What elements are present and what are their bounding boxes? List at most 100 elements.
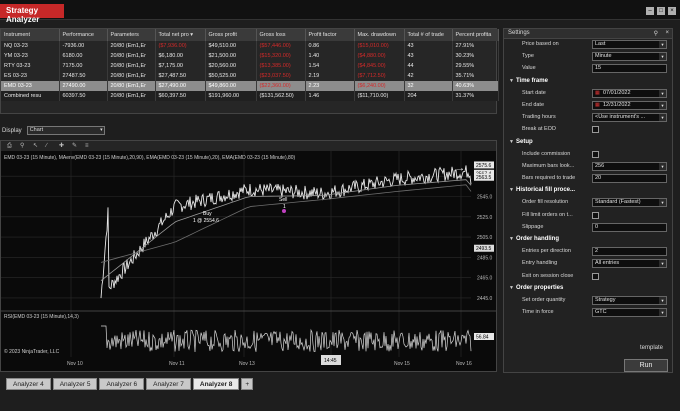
minimize-button[interactable]: – (646, 7, 654, 15)
price-chart[interactable]: EMD 03-23 (15 Minute), MAenv(EMD 03-23 (… (1, 151, 496, 371)
table-cell: 20/80 (Em1,Er (107, 41, 156, 51)
setting-value[interactable]: Last ▾ (592, 40, 667, 49)
setting-value[interactable]: ▦ 12/31/2022 ▾ (592, 100, 667, 110)
section-label: Historical fill proce... (516, 187, 576, 194)
setting-value[interactable]: 2 (592, 247, 667, 257)
table-row[interactable]: RTY 03-23 7175.00 20/80 (Em1,Er $7,175.00 $2… (1, 61, 499, 71)
scroll-right-icon: → (455, 163, 465, 174)
table-cell: $49,860.00 (205, 81, 257, 91)
column-header[interactable]: Total # of trade (404, 29, 453, 41)
setting-value[interactable]: ▦ 07/01/2022 ▾ (592, 88, 667, 98)
settings-section[interactable]: ▼ Setup (504, 137, 672, 149)
settings-row: Entries per direction 2 (504, 246, 672, 258)
table-cell: ($4,880.00) (354, 51, 405, 61)
column-header[interactable]: Gross profit (205, 29, 257, 41)
draw-tool-icon[interactable]: ✎ (72, 143, 79, 150)
table-row[interactable]: ES 03-23 27487.50 20/80 (Em1,Er $27,487.50 $… (1, 71, 499, 81)
column-header[interactable]: Max. drawdown (354, 29, 405, 41)
time-tick-label: Nov 16 (456, 361, 472, 367)
table-cell: 2.19 (305, 71, 355, 81)
close-icon[interactable]: × (665, 30, 669, 36)
setting-value[interactable]: GTC ▾ (592, 308, 667, 318)
setting-value-text: 15 (595, 65, 602, 72)
calendar-icon[interactable]: ▦ (595, 102, 600, 109)
collapse-arrow-icon: ▼ (509, 138, 514, 145)
table-row[interactable]: EMD 03-23 27490.00 20/80 (Em1,Er $27,490.00… (1, 81, 499, 91)
collapse-arrow-icon: ▼ (509, 236, 514, 242)
settings-section[interactable]: ▼ Historical fill proce... (504, 185, 672, 197)
setting-checkbox[interactable] (592, 211, 599, 219)
pointer-icon[interactable]: ↖ (33, 143, 40, 150)
settings-row: Time in force GTC ▾ (504, 307, 672, 319)
rsi-line (101, 325, 472, 353)
menu-icon[interactable]: ≡ (85, 143, 92, 150)
setting-value-text: Standard (Fastest) (595, 199, 641, 206)
setting-value-text: Last (595, 41, 606, 47)
settings-section[interactable]: ▼ Order handling (504, 234, 672, 246)
setting-value-text: 07/01/2022 (603, 89, 631, 96)
rsi-caption: RSI(EMD 03-23 (15 Minute),14,3) (4, 314, 79, 320)
settings-section[interactable]: ▼ Time frame (504, 76, 672, 88)
table-cell: 2.23 (305, 81, 355, 91)
column-header[interactable]: Percent profita (452, 29, 499, 41)
setting-checkbox[interactable] (592, 150, 599, 158)
chevron-down-icon: ▾ (659, 296, 666, 304)
setting-value[interactable]: <Use instrument's ... ▾ (592, 113, 667, 123)
setting-value[interactable]: Standard (Fastest) ▾ (592, 198, 667, 208)
line-tool-icon[interactable]: ∕ (46, 143, 53, 150)
settings-row: Order fill resolution Standard (Fastest) ▾ (504, 197, 672, 209)
column-header[interactable]: Total net pro ▾ (155, 29, 206, 41)
table-cell: 31.37% (452, 91, 499, 101)
pin-icon[interactable]: ⚲ (654, 30, 658, 37)
settings-section[interactable]: ▼ Order properties (504, 283, 672, 295)
chevron-down-icon: ▾ (659, 309, 666, 317)
zoom-icon[interactable]: ⚲ (20, 143, 27, 150)
table-cell: ($7,712.50) (354, 71, 405, 81)
table-cell: 20/80 (Em1,Er (107, 51, 156, 61)
table-row[interactable]: YM 03-23 6180.00 20/80 (Em1,Er $6,180.00 $21… (1, 51, 499, 61)
run-button[interactable]: Run (624, 359, 668, 372)
table-cell: 30.23% (452, 51, 499, 61)
table-cell: $20,560.00 (205, 61, 257, 71)
crosshair-icon[interactable]: ✚ (59, 143, 66, 150)
sell-marker-label: Sell (279, 197, 287, 203)
setting-value[interactable]: Minute ▾ (592, 52, 667, 62)
template-link[interactable]: template (640, 345, 663, 351)
settings-row: End date ▦ 12/31/2022 ▾ (504, 100, 672, 112)
column-header[interactable]: Instrument (1, 29, 60, 41)
column-header[interactable]: Performance (59, 29, 108, 41)
price-tick-label: 2525.0 (477, 215, 493, 221)
setting-value[interactable]: 0 (592, 222, 667, 232)
table-row[interactable]: Combined resu 60397.50 20/80 (Em1,Er $60,39… (1, 91, 499, 101)
sell-marker (282, 209, 286, 213)
setting-checkbox[interactable] (592, 272, 599, 280)
calendar-icon[interactable]: ▦ (595, 90, 600, 97)
analyzer-tab[interactable]: Analyzer 8 (192, 378, 240, 390)
analyzer-tab[interactable]: Analyzer 7 (146, 378, 191, 390)
column-header[interactable]: Parameters (107, 29, 156, 41)
table-cell: RTY 03-23 (1, 61, 60, 71)
table-row[interactable]: NQ 03-23 -7936.00 20/80 (Em1,Er ($7,936.00)… (1, 41, 499, 51)
maximize-button[interactable]: □ (657, 7, 665, 15)
section-label: Setup (516, 138, 533, 145)
setting-value[interactable]: 20 (592, 174, 667, 184)
add-tab-button[interactable]: + (241, 378, 254, 390)
column-header[interactable]: Profit factor (305, 29, 355, 41)
print-icon[interactable]: ⎙ (7, 143, 14, 150)
analyzer-tab[interactable]: Analyzer 5 (52, 378, 98, 390)
setting-label: Entry handling (522, 260, 558, 267)
chart-panel[interactable]: ⎙ ⚲ ↖ ∕ ✚ ✎ ≡ EMD 03-23 (15 Minute), MAe… (0, 140, 497, 372)
analyzer-tab[interactable]: Analyzer 4 (6, 378, 51, 390)
setting-value[interactable]: All entries ▾ (592, 259, 667, 269)
setting-value[interactable]: Strategy ▾ (592, 295, 667, 305)
setting-value[interactable]: 15 (592, 64, 667, 74)
setting-value[interactable]: 256 ▾ (592, 161, 667, 171)
analyzer-tab[interactable]: Analyzer 6 (99, 378, 145, 390)
column-header[interactable]: Gross loss (256, 29, 306, 41)
table-cell: 20/80 (Em1,Er (107, 91, 156, 101)
close-button[interactable]: × (668, 7, 676, 15)
display-select[interactable]: Chart ▾ (26, 126, 105, 135)
buy-marker-label: Buy (203, 211, 212, 217)
setting-checkbox[interactable] (592, 126, 599, 134)
price-tick-label: 2465.0 (477, 276, 493, 282)
